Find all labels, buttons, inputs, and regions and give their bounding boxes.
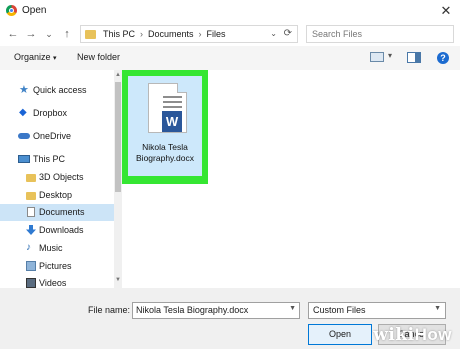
- up-button[interactable]: ↑: [60, 26, 74, 42]
- sidebar-item-pictures[interactable]: Pictures: [0, 258, 114, 275]
- sidebar-item-this-pc[interactable]: This PC: [0, 151, 114, 168]
- chevron-down-icon[interactable]: ▾: [388, 51, 392, 60]
- sidebar-item-label: Videos: [39, 278, 67, 288]
- search-placeholder: Search Files: [312, 29, 363, 39]
- close-button[interactable]: ✕: [438, 3, 454, 19]
- change-view-icon[interactable]: [370, 52, 384, 62]
- sidebar-item-label: This PC: [33, 154, 66, 164]
- file-name-label: File name:: [88, 305, 131, 315]
- file-list: W Nikola Tesla Biography.docx: [122, 70, 460, 288]
- address-bar[interactable]: This PC › Documents › Files ⌄ ⟳: [80, 25, 298, 43]
- chrome-icon: [6, 5, 17, 16]
- sidebar-item-label: Documents: [39, 207, 85, 217]
- sidebar-item-label: Music: [39, 243, 63, 253]
- sidebar-item-downloads[interactable]: Downloads: [0, 222, 114, 239]
- refresh-icon[interactable]: ⟳: [284, 28, 292, 39]
- chevron-down-icon: ▾: [53, 55, 57, 62]
- sidebar-item-label: Desktop: [39, 190, 73, 200]
- sidebar-item-quick-access[interactable]: ★ Quick access: [0, 82, 114, 99]
- dropbox-icon: ◆: [19, 107, 27, 118]
- back-button[interactable]: ←: [6, 26, 20, 42]
- breadcrumb: This PC › Documents › Files: [103, 29, 226, 39]
- folder-icon: [26, 174, 36, 182]
- title-bar: Open ✕: [0, 0, 460, 22]
- scroll-up-icon[interactable]: ▲: [114, 71, 122, 79]
- sidebar-item-label: OneDrive: [33, 131, 72, 141]
- scrollbar-thumb[interactable]: [115, 82, 121, 192]
- command-bar: Organize ▾ New folder ▾ ?: [0, 46, 460, 70]
- sidebar-item-documents[interactable]: Documents: [0, 204, 114, 221]
- folder-icon: [85, 30, 96, 39]
- file-highlight: W Nikola Tesla Biography.docx: [122, 70, 208, 184]
- sidebar-item-label: Dropbox: [33, 108, 68, 118]
- file-name-line1: Nikola Tesla: [142, 142, 188, 152]
- sidebar-scrollbar[interactable]: ▲ ▼: [114, 70, 122, 288]
- watermark-how: How: [414, 325, 452, 344]
- word-document-icon: W: [148, 83, 187, 133]
- sidebar-item-3d-objects[interactable]: 3D Objects: [0, 169, 114, 186]
- forward-button[interactable]: →: [24, 26, 38, 42]
- sidebar-item-label: 3D Objects: [39, 172, 84, 182]
- chevron-down-icon[interactable]: ⌄: [270, 29, 277, 38]
- help-icon[interactable]: ?: [437, 52, 449, 64]
- sidebar-item-label: Downloads: [39, 225, 84, 235]
- recent-locations-button[interactable]: ⌄: [42, 26, 56, 42]
- sidebar-item-videos[interactable]: Videos: [0, 275, 114, 288]
- cloud-icon: [18, 133, 30, 139]
- scroll-down-icon[interactable]: ▼: [114, 276, 122, 284]
- organize-button[interactable]: Organize ▾: [14, 52, 57, 62]
- download-icon: [26, 225, 36, 235]
- picture-icon: [26, 261, 36, 271]
- wikihow-watermark: wikiHow: [373, 325, 452, 345]
- breadcrumb-this-pc[interactable]: This PC: [103, 29, 135, 39]
- file-item[interactable]: W Nikola Tesla Biography.docx: [128, 76, 202, 176]
- file-name-label: Nikola Tesla Biography.docx: [128, 142, 202, 164]
- chevron-right-icon: ›: [140, 29, 144, 39]
- breadcrumb-files[interactable]: Files: [207, 29, 226, 39]
- file-name-field[interactable]: Nikola Tesla Biography.docx ▼: [132, 302, 300, 319]
- sidebar-item-music[interactable]: ♪ Music: [0, 240, 114, 257]
- navigation-pane: ★ Quick access ◆ Dropbox OneDrive This P…: [0, 70, 114, 288]
- navigation-bar: ← → ⌄ ↑ This PC › Documents › Files ⌄ ⟳ …: [0, 22, 460, 46]
- new-folder-button[interactable]: New folder: [77, 52, 120, 62]
- computer-icon: [18, 155, 30, 163]
- file-name-value: Nikola Tesla Biography.docx: [136, 305, 249, 315]
- music-icon: ♪: [26, 242, 31, 253]
- chevron-right-icon: ›: [198, 29, 202, 39]
- file-type-value: Custom Files: [313, 305, 366, 315]
- preview-pane-icon[interactable]: [407, 52, 421, 63]
- chevron-down-icon: ▼: [434, 305, 441, 312]
- sidebar-item-label: Pictures: [39, 261, 72, 271]
- organize-label: Organize: [14, 52, 51, 62]
- word-logo-icon: W: [162, 111, 182, 132]
- folder-icon: [26, 192, 36, 200]
- sidebar-item-desktop[interactable]: Desktop: [0, 187, 114, 204]
- sidebar-item-onedrive[interactable]: OneDrive: [0, 128, 114, 145]
- search-input[interactable]: Search Files: [306, 25, 454, 43]
- watermark-wiki: wiki: [373, 325, 415, 345]
- window-title: Open: [22, 5, 47, 16]
- sidebar-item-dropbox[interactable]: ◆ Dropbox: [0, 105, 114, 122]
- document-icon: [27, 207, 35, 217]
- breadcrumb-documents[interactable]: Documents: [148, 29, 194, 39]
- star-icon: ★: [19, 84, 29, 96]
- file-type-select[interactable]: Custom Files ▼: [308, 302, 446, 319]
- chevron-down-icon[interactable]: ▼: [289, 305, 296, 312]
- sidebar-item-label: Quick access: [33, 85, 87, 95]
- video-icon: [26, 278, 36, 288]
- file-name-line2: Biography.docx: [136, 153, 194, 163]
- open-button[interactable]: Open: [308, 324, 372, 345]
